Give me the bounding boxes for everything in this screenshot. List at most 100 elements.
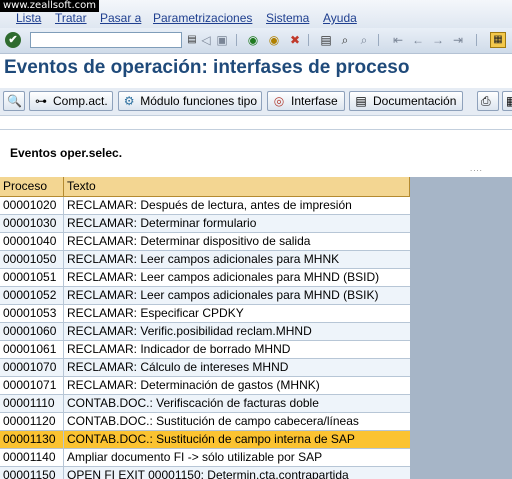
proceso-cell[interactable]: 00001070 (0, 359, 64, 376)
table-row[interactable]: 00001071 RECLAMAR: Determinación de gasto… (0, 377, 410, 395)
texto-cell[interactable]: RECLAMAR: Después de lectura, antes de i… (64, 197, 410, 214)
proceso-cell[interactable]: 00001030 (0, 215, 64, 232)
table-row[interactable]: 00001030 RECLAMAR: Determinar formulario (0, 215, 410, 233)
modulo-funciones-label: Módulo funciones tipo (140, 94, 257, 108)
table-header: Proceso Texto (0, 177, 410, 197)
grid-icon: ▦ (506, 94, 512, 108)
detail-button[interactable]: 🔍 (3, 91, 25, 111)
texto-cell[interactable]: RECLAMAR: Determinar formulario (64, 215, 410, 232)
proceso-cell[interactable]: 00001051 (0, 269, 64, 286)
command-history-icon[interactable]: ▤ (186, 33, 198, 47)
column-header-texto[interactable]: Texto (64, 177, 410, 196)
find-next-icon[interactable]: ⌕ (356, 32, 372, 48)
proceso-cell[interactable]: 00001060 (0, 323, 64, 340)
table-row[interactable]: 00001070 RECLAMAR: Cálculo de intereses M… (0, 359, 410, 377)
proceso-cell[interactable]: 00001130 (0, 431, 64, 448)
menu-lista[interactable]: Lista (16, 11, 41, 25)
table-row[interactable]: 00001052 RECLAMAR: Leer campos adicionale… (0, 287, 410, 305)
texto-cell[interactable]: CONTAB.DOC.: Sustitución de campo intern… (64, 431, 410, 448)
previous-page-icon[interactable]: ← (410, 32, 426, 48)
table-row[interactable]: 00001110 CONTAB.DOC.: Verifiscación de fa… (0, 395, 410, 413)
texto-cell[interactable]: Ampliar documento FI -> sólo utilizable … (64, 449, 410, 466)
next-page-icon[interactable]: → (430, 32, 446, 48)
toolbar-separator (236, 34, 237, 46)
glasses-icon: ⊶ (35, 94, 47, 108)
proceso-cell[interactable]: 00001020 (0, 197, 64, 214)
proceso-cell[interactable]: 00001140 (0, 449, 64, 466)
enter-icon[interactable]: ✔ (5, 32, 21, 48)
proceso-cell[interactable]: 00001050 (0, 251, 64, 268)
print-icon[interactable]: ▤ (318, 32, 334, 48)
proceso-cell[interactable]: 00001120 (0, 413, 64, 430)
exit-icon[interactable]: ◉ (266, 32, 282, 48)
proceso-cell[interactable]: 00001040 (0, 233, 64, 250)
texto-cell[interactable]: CONTAB.DOC.: Sustitución de campo cabece… (64, 413, 410, 430)
menu-sistema[interactable]: Sistema (266, 11, 309, 25)
find-icon[interactable]: ⌕ (337, 32, 353, 48)
watermark: www.zeallsoft.com (0, 0, 100, 12)
proceso-cell[interactable]: 00001150 (0, 467, 64, 479)
toolbar-separator (308, 34, 309, 46)
table-row[interactable]: 00001053 RECLAMAR: Especificar CPDKY (0, 305, 410, 323)
cancel-icon[interactable]: ✖ (287, 32, 303, 48)
table-row[interactable]: 00001061 RECLAMAR: Indicador de borrado M… (0, 341, 410, 359)
proceso-cell[interactable]: 00001071 (0, 377, 64, 394)
column-header-proceso[interactable]: Proceso (0, 177, 64, 196)
last-page-icon[interactable]: ⇥ (450, 32, 466, 48)
resize-handle[interactable]: .... (470, 164, 483, 173)
table-row[interactable]: 00001150 OPEN FI EXIT 00001150: Determin.… (0, 467, 410, 479)
save-icon[interactable]: ▣ (214, 32, 230, 48)
command-field[interactable] (30, 32, 182, 48)
help-icon[interactable]: ▦ (490, 32, 506, 48)
comp-act-label: Comp.act. (53, 94, 108, 108)
table-row[interactable]: 00001040 RECLAMAR: Determinar dispositivo… (0, 233, 410, 251)
interfase-label: Interfase (291, 94, 338, 108)
standard-toolbar: ✔ ▤ ◁ ▣ ◉ ◉ ✖ ▤ ⌕ ⌕ ⇤ ← → ⇥ ▦ (0, 28, 512, 54)
selected-events-label: Eventos oper.selec. (10, 146, 123, 160)
document-icon: ▤ (355, 94, 367, 108)
function-module-icon: ⚙ (123, 94, 135, 108)
texto-cell[interactable]: RECLAMAR: Determinar dispositivo de sali… (64, 233, 410, 250)
texto-cell[interactable]: RECLAMAR: Indicador de borrado MHND (64, 341, 410, 358)
table-row[interactable]: 00001051 RECLAMAR: Leer campos adicionale… (0, 269, 410, 287)
proceso-cell[interactable]: 00001052 (0, 287, 64, 304)
toolbar-separator (378, 34, 379, 46)
texto-cell[interactable]: RECLAMAR: Leer campos adicionales para M… (64, 269, 410, 286)
menu-tratar[interactable]: Tratar (55, 11, 87, 25)
table-row[interactable]: 00001130 CONTAB.DOC.: Sustitución de camp… (0, 431, 410, 449)
texto-cell[interactable]: RECLAMAR: Leer campos adicionales para M… (64, 287, 410, 304)
menu-parametrizaciones[interactable]: Parametrizaciones (153, 11, 252, 25)
table-row[interactable]: 00001120 CONTAB.DOC.: Sustitución de camp… (0, 413, 410, 431)
more-button[interactable]: ▦ (502, 91, 512, 111)
texto-cell[interactable]: RECLAMAR: Especificar CPDKY (64, 305, 410, 322)
previous-icon[interactable]: ◁ (198, 32, 214, 48)
table-row[interactable]: 00001140 Ampliar documento FI -> sólo uti… (0, 449, 410, 467)
printer-icon: ⎙ (481, 93, 491, 108)
interfase-button[interactable]: ◎ Interfase (267, 91, 345, 111)
texto-cell[interactable]: RECLAMAR: Cálculo de intereses MHND (64, 359, 410, 376)
documentacion-button[interactable]: ▤ Documentación (349, 91, 463, 111)
menu-pasar-a[interactable]: Pasar a (100, 11, 141, 25)
proceso-cell[interactable]: 00001110 (0, 395, 64, 412)
proceso-cell[interactable]: 00001053 (0, 305, 64, 322)
table-row[interactable]: 00001060 RECLAMAR: Verific.posibilidad re… (0, 323, 410, 341)
texto-cell[interactable]: OPEN FI EXIT 00001150: Determin.cta.cont… (64, 467, 410, 479)
page-title: Eventos de operación: interfases de proc… (4, 57, 410, 78)
table-row[interactable]: 00001020 RECLAMAR: Después de lectura, an… (0, 197, 410, 215)
magnifier-icon: 🔍 (7, 94, 22, 108)
comp-act-button[interactable]: ⊶ Comp.act. (29, 91, 113, 111)
first-page-icon[interactable]: ⇤ (390, 32, 406, 48)
toolbar-separator (476, 34, 477, 46)
texto-cell[interactable]: RECLAMAR: Determinación de gastos (MHNK) (64, 377, 410, 394)
texto-cell[interactable]: RECLAMAR: Leer campos adicionales para M… (64, 251, 410, 268)
interface-icon: ◎ (273, 94, 285, 108)
texto-cell[interactable]: RECLAMAR: Verific.posibilidad reclam.MHN… (64, 323, 410, 340)
menu-ayuda[interactable]: Ayuda (323, 11, 357, 25)
table-row[interactable]: 00001050 RECLAMAR: Leer campos adicionale… (0, 251, 410, 269)
print-list-button[interactable]: ⎙ (477, 91, 499, 111)
modulo-funciones-button[interactable]: ⚙ Módulo funciones tipo (118, 91, 262, 111)
application-toolbar: 🔍 ⊶ Comp.act. ⚙ Módulo funciones tipo ◎ … (0, 88, 512, 116)
proceso-cell[interactable]: 00001061 (0, 341, 64, 358)
texto-cell[interactable]: CONTAB.DOC.: Verifiscación de facturas d… (64, 395, 410, 412)
back-icon[interactable]: ◉ (245, 32, 261, 48)
